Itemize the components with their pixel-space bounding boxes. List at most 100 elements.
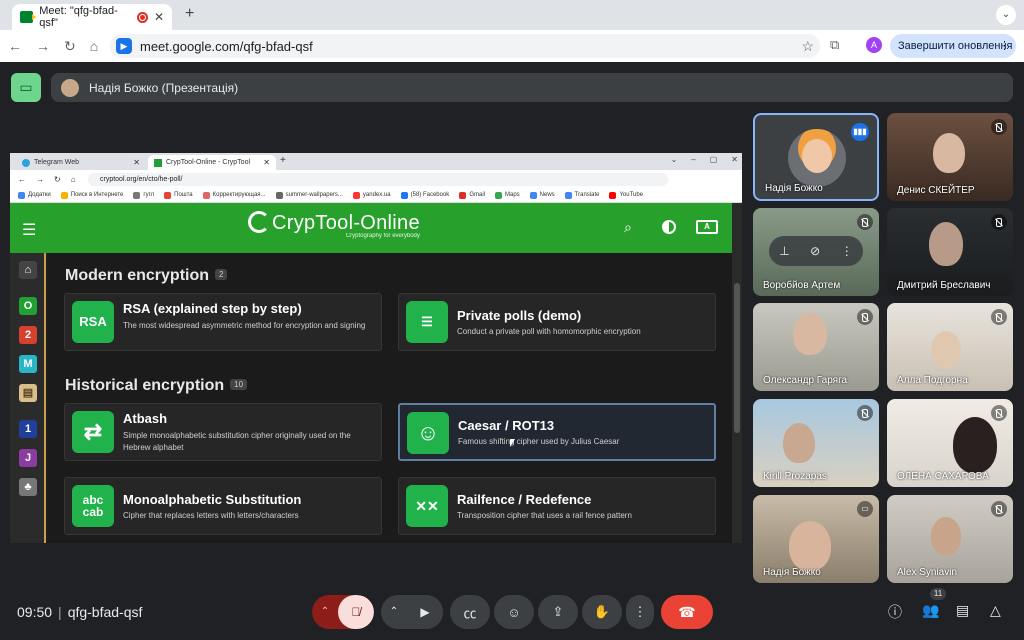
search-icon: ⌕ <box>624 219 632 235</box>
railfence-icon: ✕✕ <box>406 485 448 527</box>
cryptool-logo-icon <box>248 211 270 233</box>
cryptool-content: Modern encryption 2 RSA RSA (explained st… <box>48 253 732 543</box>
meeting-details-icon[interactable]: ⓘ <box>888 602 902 622</box>
home-icon: ⌂ <box>70 174 76 184</box>
activities-icon[interactable]: △ <box>990 602 1001 619</box>
emoji-icon: ☺ <box>507 604 521 620</box>
home-icon[interactable]: ⌂ <box>90 38 98 54</box>
hamburger-menu-icon: ☰ <box>22 222 37 239</box>
camera-button[interactable]: ▶ <box>407 595 443 629</box>
forward-icon[interactable]: → <box>36 38 50 54</box>
news-icon <box>529 191 537 199</box>
more-options-icon[interactable]: ⋮ <box>841 244 853 258</box>
site-settings-icon[interactable]: ▶ <box>116 38 132 54</box>
browser-tab-title: Meet: "qfg-bfad-qsf" <box>39 5 118 29</box>
audio-settings-chevron-icon[interactable]: ⌃ <box>312 595 338 629</box>
video-feed <box>783 423 815 463</box>
shared-tab-telegram: Telegram Web ✕ <box>16 155 146 170</box>
card-title: Railfence / Redefence <box>457 492 592 507</box>
close-tab-icon[interactable]: ✕ <box>154 10 164 24</box>
participant-tile[interactable]: ▮▮▮ Надія Божко <box>753 113 879 201</box>
minimize-icon: – <box>691 155 696 164</box>
profile-avatar[interactable]: A <box>866 37 882 53</box>
extensions-icon[interactable]: ⧉ <box>830 37 839 53</box>
participant-tile[interactable]: ▭ Надія Божко <box>753 495 879 583</box>
shared-screen: Telegram Web ✕ CrypTool-Online - CrypToo… <box>10 153 742 543</box>
muted-mic-icon <box>991 309 1007 325</box>
bookmark-item: summer-wallpapers... <box>275 191 343 199</box>
plus-icon: + <box>280 155 286 166</box>
presenting-icon[interactable]: ▭ <box>11 73 41 102</box>
facebook-icon <box>400 191 408 199</box>
cryptool-header: ☰ CrypTool-Online Cryptography for every… <box>10 203 732 253</box>
new-tab-button[interactable]: + <box>185 5 194 23</box>
card-title: Private polls (demo) <box>457 308 582 323</box>
present-button[interactable]: ⇪ <box>538 595 578 629</box>
leave-call-button[interactable]: ☎ <box>661 595 713 629</box>
card-monoalphabetic: abc cab Monoalphabetic Substitution Ciph… <box>64 477 382 535</box>
participant-tile[interactable]: ⊥ ⊘ ⋮ Воробйов Артем <box>753 208 879 296</box>
bookmark-item: YouTube <box>609 191 643 199</box>
bookmark-item: гугл <box>133 191 154 199</box>
sidebar-item: O <box>19 297 37 315</box>
reload-icon: ↻ <box>54 174 61 184</box>
speaking-indicator-icon: ▮▮▮ <box>851 123 869 141</box>
muted-mic-icon <box>857 309 873 325</box>
participant-tile[interactable]: Алла Подгорна <box>887 303 1013 391</box>
sidebar-item: J <box>19 449 37 467</box>
chevron-down-icon: ⌄ <box>670 155 678 164</box>
section-modern: Modern encryption 2 <box>65 267 228 285</box>
sidebar-item: M <box>19 355 37 373</box>
present-screen-icon: ⇪ <box>552 604 564 619</box>
section-count: 10 <box>230 379 248 390</box>
telegram-icon <box>22 158 30 167</box>
more-options-button[interactable]: ⋮ <box>626 595 654 629</box>
more-menu-icon[interactable]: ⋮ <box>999 34 1010 58</box>
shared-address-url: cryptool.org/en/cto/he-poll/ <box>88 173 668 186</box>
participant-tile[interactable]: Дмитрий Бреславич <box>887 208 1013 296</box>
update-button[interactable]: Завершити оновлення ⋮ <box>890 34 1016 58</box>
participant-tile[interactable]: Alex Syniavin <box>887 495 1013 583</box>
mail-icon <box>164 191 172 199</box>
tab-search-button[interactable]: ⌄ <box>996 5 1016 25</box>
back-icon: ← <box>18 174 26 184</box>
muted-mic-icon <box>991 405 1007 421</box>
shared-tab-strip: Telegram Web ✕ CrypTool-Online - CrypToo… <box>10 153 742 170</box>
browser-tab-meet[interactable]: Meet: "qfg-bfad-qsf" ✕ <box>12 4 172 30</box>
participant-tile[interactable]: Денис СКЕЙТЕР <box>887 113 1013 201</box>
chat-icon[interactable]: ▤ <box>956 602 969 619</box>
reload-icon[interactable]: ↻ <box>64 38 76 55</box>
bookmark-star-icon[interactable]: ☆ <box>801 38 814 55</box>
video-settings-chevron-icon[interactable]: ⌃ <box>381 595 407 629</box>
section-historical: Historical encryption 10 <box>65 377 248 395</box>
participant-name: Олександр Гаряга <box>763 375 848 386</box>
hand-icon: ✋ <box>593 604 611 619</box>
hang-up-icon: ☎ <box>678 604 696 620</box>
participant-name: Alex Syniavin <box>897 567 958 578</box>
raise-hand-button[interactable]: ✋ <box>582 595 622 629</box>
participant-tile[interactable]: Олександр Гаряга <box>753 303 879 391</box>
participant-tile[interactable]: ОЛЕНА САХАРОВА <box>887 399 1013 487</box>
participant-name: Воробйов Артем <box>763 280 841 291</box>
close-icon: ✕ <box>263 158 270 167</box>
caesar-portrait-icon: ☺ <box>407 412 449 454</box>
address-bar[interactable]: ▶ meet.google.com/qfg-bfad-qsf ☆ <box>110 34 820 58</box>
separator: | <box>58 604 62 620</box>
shared-scrollbar <box>732 203 742 543</box>
search-icon <box>60 191 68 199</box>
logo-title: CrypTool-Online <box>272 212 420 234</box>
video-feed <box>929 222 963 266</box>
mic-off-button[interactable]: 🎙̸ <box>338 595 374 629</box>
back-icon[interactable]: ← <box>8 38 22 54</box>
participant-tile[interactable]: Kirill Prozapas <box>753 399 879 487</box>
yandex-icon <box>352 191 360 199</box>
camera-control: ⌃ ▶ <box>381 595 443 629</box>
shared-tab-label: Telegram Web <box>34 159 80 166</box>
reactions-button[interactable]: ☺ <box>494 595 534 629</box>
captions-button[interactable]: ㏄ <box>450 595 490 629</box>
mute-icon[interactable]: ⊘ <box>810 244 820 258</box>
people-icon[interactable]: 👥 <box>922 602 939 619</box>
browser-tab-strip: Meet: "qfg-bfad-qsf" ✕ + ⌄ <box>0 0 1024 30</box>
pin-icon[interactable]: ⊥ <box>779 244 789 258</box>
bookmark-item: Корректирующая... <box>202 191 266 199</box>
